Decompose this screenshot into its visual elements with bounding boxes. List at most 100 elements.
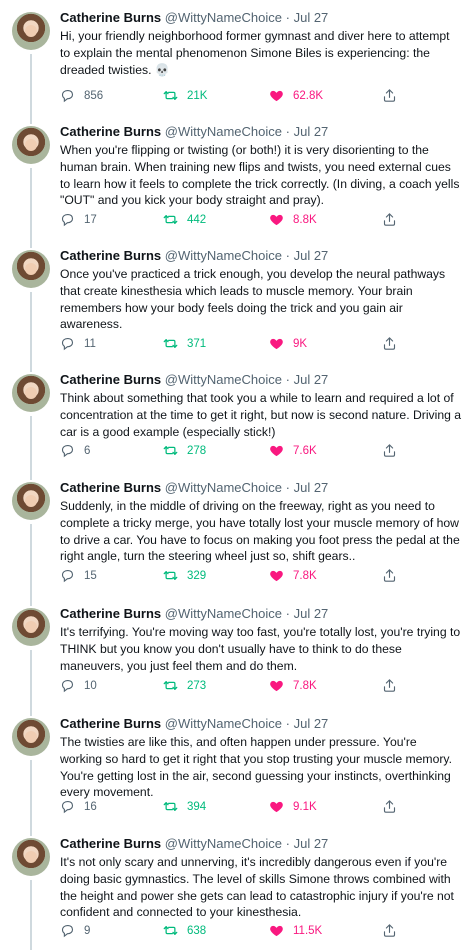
like-button[interactable]: 7.8K — [269, 568, 317, 583]
reply-button[interactable]: 16 — [60, 799, 97, 814]
like-count: 8.8K — [293, 213, 317, 226]
avatar[interactable] — [12, 374, 50, 412]
reply-button[interactable]: 15 — [60, 568, 97, 583]
like-button[interactable]: 7.8K — [269, 678, 317, 693]
tweet-date[interactable]: Jul 27 — [294, 606, 329, 621]
share-button[interactable] — [382, 212, 406, 227]
share-button[interactable] — [382, 678, 406, 693]
reply-count: 6 — [84, 444, 91, 457]
tweet-date[interactable]: Jul 27 — [294, 480, 329, 495]
reply-button[interactable]: 9 — [60, 923, 90, 938]
retweet-button[interactable]: 21K — [163, 88, 207, 103]
like-button[interactable]: 9.1K — [269, 799, 317, 814]
author-name[interactable]: Catherine Burns — [60, 10, 161, 25]
author-name[interactable]: Catherine Burns — [60, 480, 161, 495]
retweet-button[interactable]: 442 — [163, 212, 206, 227]
share-button[interactable] — [382, 443, 406, 458]
retweet-button[interactable]: 371 — [163, 336, 206, 351]
tweet[interactable]: Catherine Burns @WittyNameChoice · Jul 2… — [0, 596, 474, 716]
share-button[interactable] — [382, 88, 406, 103]
tweet-text: Hi, your friendly neighborhood former gy… — [60, 29, 450, 77]
reply-button[interactable]: 11 — [60, 336, 96, 351]
reply-icon — [60, 212, 84, 227]
avatar[interactable] — [12, 838, 50, 876]
like-button[interactable]: 11.5K — [269, 923, 322, 938]
tweet-header: Catherine Burns @WittyNameChoice · Jul 2… — [60, 606, 462, 622]
tweet[interactable]: Catherine Burns @WittyNameChoice · Jul 2… — [0, 238, 474, 372]
share-button[interactable] — [382, 568, 406, 583]
author-handle[interactable]: @WittyNameChoice — [165, 480, 282, 495]
tweet-header: Catherine Burns @WittyNameChoice · Jul 2… — [60, 10, 462, 26]
retweet-button[interactable]: 278 — [163, 443, 206, 458]
avatar[interactable] — [12, 250, 50, 288]
share-icon — [382, 88, 406, 103]
tweet-date[interactable]: Jul 27 — [294, 10, 329, 25]
author-handle[interactable]: @WittyNameChoice — [165, 716, 282, 731]
author-name[interactable]: Catherine Burns — [60, 248, 161, 263]
tweet-date[interactable]: Jul 27 — [294, 836, 329, 851]
reply-button[interactable]: 856 — [60, 88, 103, 103]
tweet-actions: 856 21K 62.8K — [60, 88, 400, 104]
avatar[interactable] — [12, 482, 50, 520]
tweet-text: Suddenly, in the middle of driving on th… — [60, 499, 460, 564]
like-button[interactable]: 7.6K — [269, 443, 317, 458]
retweet-count: 394 — [187, 800, 207, 813]
author-handle[interactable]: @WittyNameChoice — [165, 606, 282, 621]
retweet-icon — [163, 923, 187, 938]
reply-icon — [60, 443, 84, 458]
tweet-date[interactable]: Jul 27 — [294, 372, 329, 387]
tweet-text: When you're flipping or twisting (or bot… — [60, 143, 460, 208]
author-handle[interactable]: @WittyNameChoice — [165, 372, 282, 387]
thread-connector-line — [30, 880, 32, 950]
tweet-body: Catherine Burns @WittyNameChoice · Jul 2… — [60, 606, 462, 674]
thread-connector-line — [30, 524, 32, 606]
reply-button[interactable]: 6 — [60, 443, 90, 458]
like-count: 11.5K — [293, 924, 323, 937]
tweet-date[interactable]: Jul 27 — [294, 716, 329, 731]
author-name[interactable]: Catherine Burns — [60, 124, 161, 139]
like-button[interactable]: 8.8K — [269, 212, 317, 227]
retweet-button[interactable]: 273 — [163, 678, 206, 693]
tweet-date[interactable]: Jul 27 — [294, 124, 329, 139]
reply-icon — [60, 336, 84, 351]
retweet-icon — [163, 88, 187, 103]
retweet-button[interactable]: 394 — [163, 799, 206, 814]
reply-button[interactable]: 17 — [60, 212, 97, 227]
tweet-body: Catherine Burns @WittyNameChoice · Jul 2… — [60, 10, 462, 78]
avatar[interactable] — [12, 718, 50, 756]
tweet[interactable]: Catherine Burns @WittyNameChoice · Jul 2… — [0, 362, 474, 480]
separator: · — [285, 372, 290, 387]
author-handle[interactable]: @WittyNameChoice — [165, 10, 282, 25]
tweet[interactable]: Catherine Burns @WittyNameChoice · Jul 2… — [0, 826, 474, 950]
share-button[interactable] — [382, 799, 406, 814]
like-button[interactable]: 9K — [269, 336, 307, 351]
author-name[interactable]: Catherine Burns — [60, 836, 161, 851]
retweet-icon — [163, 799, 187, 814]
tweet[interactable]: Catherine Burns @WittyNameChoice · Jul 2… — [0, 706, 474, 836]
author-handle[interactable]: @WittyNameChoice — [165, 836, 282, 851]
author-name[interactable]: Catherine Burns — [60, 372, 161, 387]
tweet[interactable]: Catherine Burns @WittyNameChoice · Jul 2… — [0, 0, 474, 124]
author-name[interactable]: Catherine Burns — [60, 716, 161, 731]
share-button[interactable] — [382, 336, 406, 351]
avatar[interactable] — [12, 126, 50, 164]
retweet-button[interactable]: 329 — [163, 568, 206, 583]
tweet-date[interactable]: Jul 27 — [294, 248, 329, 263]
share-icon — [382, 678, 406, 693]
share-button[interactable] — [382, 923, 406, 938]
retweet-button[interactable]: 638 — [163, 923, 206, 938]
avatar[interactable] — [12, 12, 50, 50]
tweet[interactable]: Catherine Burns @WittyNameChoice · Jul 2… — [0, 470, 474, 606]
tweet-header: Catherine Burns @WittyNameChoice · Jul 2… — [60, 372, 462, 388]
tweet[interactable]: Catherine Burns @WittyNameChoice · Jul 2… — [0, 114, 474, 248]
reply-button[interactable]: 10 — [60, 678, 97, 693]
tweet-header: Catherine Burns @WittyNameChoice · Jul 2… — [60, 248, 462, 264]
author-handle[interactable]: @WittyNameChoice — [165, 248, 282, 263]
like-button[interactable]: 62.8K — [269, 88, 323, 103]
heart-icon — [269, 923, 293, 938]
author-handle[interactable]: @WittyNameChoice — [165, 124, 282, 139]
avatar[interactable] — [12, 608, 50, 646]
reply-count: 16 — [84, 800, 97, 813]
author-name[interactable]: Catherine Burns — [60, 606, 161, 621]
retweet-icon — [163, 568, 187, 583]
